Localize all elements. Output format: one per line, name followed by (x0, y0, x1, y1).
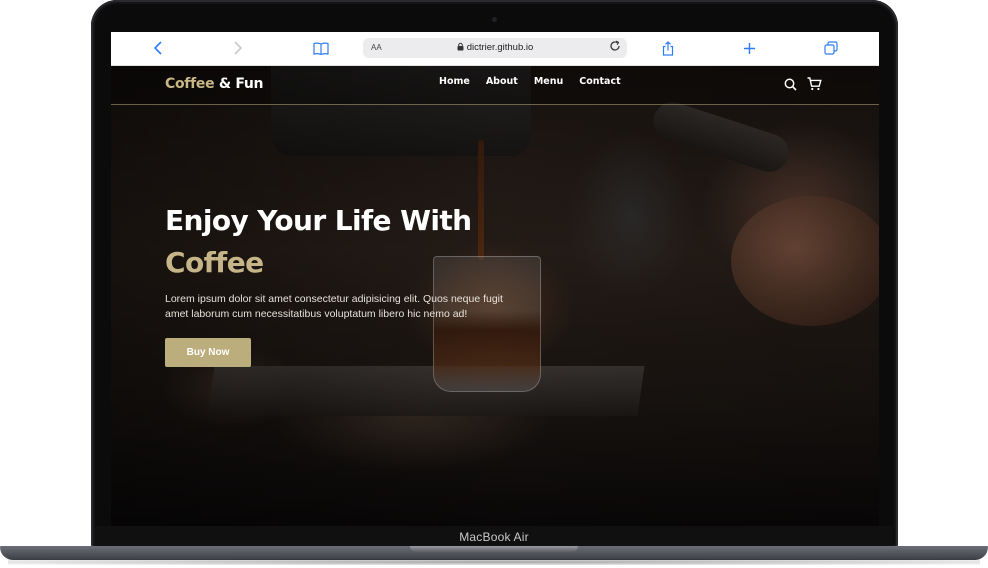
device-label: MacBook Air (459, 530, 529, 544)
search-icon[interactable] (782, 76, 798, 92)
hero-title-accent: Coffee (165, 246, 264, 279)
buy-now-button[interactable]: Buy Now (165, 338, 251, 367)
site-logo[interactable]: Coffee & Fun (165, 76, 264, 92)
tabs-icon[interactable] (821, 39, 841, 57)
logo-part-coffee: Coffee (165, 76, 215, 92)
hero-title: Enjoy Your Life With (165, 204, 472, 237)
main-nav: Home About Menu Contact (439, 76, 621, 87)
chevron-left-icon[interactable] (148, 39, 168, 57)
lock-icon (457, 42, 464, 54)
laptop-chin: MacBook Air (95, 526, 893, 548)
reload-icon[interactable] (609, 40, 621, 55)
hero-content: Enjoy Your Life With Coffee Lorem ipsum … (165, 202, 525, 367)
cart-icon[interactable] (806, 76, 822, 92)
share-icon[interactable] (658, 39, 678, 57)
hero-section: Coffee & Fun Home About Menu Contact Enj… (111, 66, 879, 526)
nav-home[interactable]: Home (439, 76, 470, 87)
nav-contact[interactable]: Contact (579, 76, 620, 87)
logo-part-fun: & Fun (218, 76, 264, 92)
address-bar[interactable]: AA dictrier.github.io (363, 38, 627, 58)
site-header: Coffee & Fun Home About Menu Contact (111, 66, 879, 105)
camera-icon (492, 17, 497, 22)
hero-description: Lorem ipsum dolor sit amet consectetur a… (165, 293, 503, 320)
plus-icon[interactable] (739, 39, 759, 57)
nav-menu[interactable]: Menu (534, 76, 563, 87)
nav-about[interactable]: About (486, 76, 518, 87)
chevron-right-icon[interactable] (228, 39, 248, 57)
book-icon[interactable] (311, 39, 331, 57)
url-text: dictrier.github.io (466, 42, 534, 53)
laptop-notch (410, 546, 578, 552)
laptop-shadow (8, 559, 980, 565)
browser-toolbar: AA dictrier.github.io (111, 32, 879, 66)
screen: AA dictrier.github.io Coffee & Fun Home … (111, 32, 879, 526)
